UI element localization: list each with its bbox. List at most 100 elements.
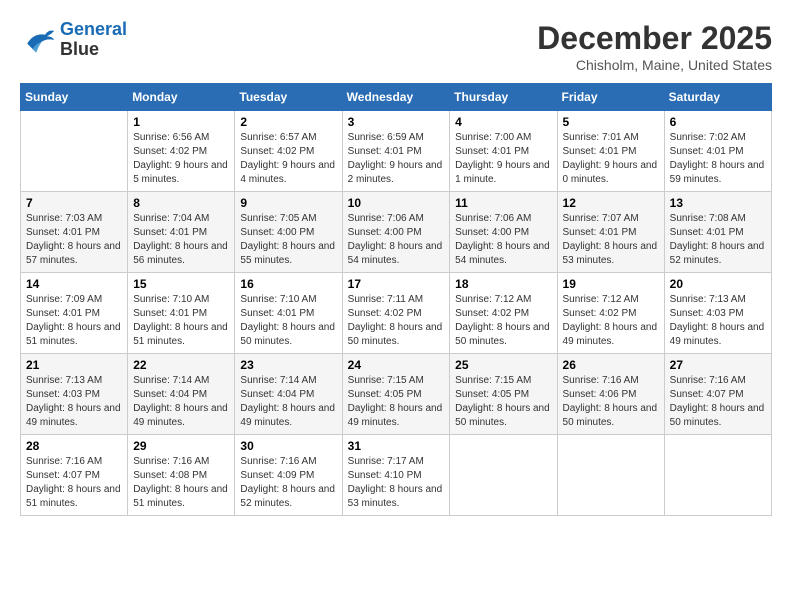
- calendar-cell: 3 Sunrise: 6:59 AMSunset: 4:01 PMDayligh…: [342, 111, 450, 192]
- day-info: Sunrise: 7:16 AMSunset: 4:06 PMDaylight:…: [563, 374, 659, 430]
- day-info: Sunrise: 7:14 AMSunset: 4:04 PMDaylight:…: [133, 374, 229, 430]
- day-info: Sunrise: 7:02 AMSunset: 4:01 PMDaylight:…: [670, 131, 766, 187]
- calendar-cell: 26 Sunrise: 7:16 AMSunset: 4:06 PMDaylig…: [557, 354, 664, 435]
- calendar-cell: 9 Sunrise: 7:05 AMSunset: 4:00 PMDayligh…: [235, 192, 342, 273]
- day-number: 15: [133, 277, 229, 291]
- day-number: 17: [348, 277, 445, 291]
- calendar-cell: [557, 435, 664, 516]
- day-number: 3: [348, 115, 445, 129]
- calendar-table: SundayMondayTuesdayWednesdayThursdayFrid…: [20, 83, 772, 516]
- calendar-cell: 20 Sunrise: 7:13 AMSunset: 4:03 PMDaylig…: [664, 273, 771, 354]
- day-info: Sunrise: 7:01 AMSunset: 4:01 PMDaylight:…: [563, 131, 659, 187]
- day-number: 9: [240, 196, 336, 210]
- calendar-cell: 14 Sunrise: 7:09 AMSunset: 4:01 PMDaylig…: [21, 273, 128, 354]
- day-info: Sunrise: 6:59 AMSunset: 4:01 PMDaylight:…: [348, 131, 445, 187]
- day-info: Sunrise: 7:16 AMSunset: 4:07 PMDaylight:…: [26, 455, 122, 511]
- day-number: 22: [133, 358, 229, 372]
- day-number: 23: [240, 358, 336, 372]
- day-info: Sunrise: 7:15 AMSunset: 4:05 PMDaylight:…: [348, 374, 445, 430]
- day-info: Sunrise: 7:17 AMSunset: 4:10 PMDaylight:…: [348, 455, 445, 511]
- calendar-header-row: SundayMondayTuesdayWednesdayThursdayFrid…: [21, 84, 772, 111]
- day-number: 25: [455, 358, 551, 372]
- day-info: Sunrise: 7:10 AMSunset: 4:01 PMDaylight:…: [133, 293, 229, 349]
- day-info: Sunrise: 7:16 AMSunset: 4:09 PMDaylight:…: [240, 455, 336, 511]
- calendar-cell: 25 Sunrise: 7:15 AMSunset: 4:05 PMDaylig…: [450, 354, 557, 435]
- calendar-cell: 22 Sunrise: 7:14 AMSunset: 4:04 PMDaylig…: [128, 354, 235, 435]
- day-info: Sunrise: 7:06 AMSunset: 4:00 PMDaylight:…: [455, 212, 551, 268]
- day-number: 7: [26, 196, 122, 210]
- calendar-cell: 18 Sunrise: 7:12 AMSunset: 4:02 PMDaylig…: [450, 273, 557, 354]
- logo: General Blue: [20, 20, 127, 60]
- day-info: Sunrise: 7:16 AMSunset: 4:07 PMDaylight:…: [670, 374, 766, 430]
- week-row-3: 21 Sunrise: 7:13 AMSunset: 4:03 PMDaylig…: [21, 354, 772, 435]
- calendar-cell: 1 Sunrise: 6:56 AMSunset: 4:02 PMDayligh…: [128, 111, 235, 192]
- day-number: 14: [26, 277, 122, 291]
- calendar-cell: 17 Sunrise: 7:11 AMSunset: 4:02 PMDaylig…: [342, 273, 450, 354]
- day-info: Sunrise: 7:14 AMSunset: 4:04 PMDaylight:…: [240, 374, 336, 430]
- calendar-cell: 27 Sunrise: 7:16 AMSunset: 4:07 PMDaylig…: [664, 354, 771, 435]
- calendar-cell: 12 Sunrise: 7:07 AMSunset: 4:01 PMDaylig…: [557, 192, 664, 273]
- calendar-cell: 5 Sunrise: 7:01 AMSunset: 4:01 PMDayligh…: [557, 111, 664, 192]
- day-info: Sunrise: 7:04 AMSunset: 4:01 PMDaylight:…: [133, 212, 229, 268]
- week-row-1: 7 Sunrise: 7:03 AMSunset: 4:01 PMDayligh…: [21, 192, 772, 273]
- title-block: December 2025 Chisholm, Maine, United St…: [537, 20, 772, 73]
- calendar-cell: 11 Sunrise: 7:06 AMSunset: 4:00 PMDaylig…: [450, 192, 557, 273]
- header-tuesday: Tuesday: [235, 84, 342, 111]
- day-info: Sunrise: 7:11 AMSunset: 4:02 PMDaylight:…: [348, 293, 445, 349]
- page-header: General Blue December 2025 Chisholm, Mai…: [20, 20, 772, 73]
- day-info: Sunrise: 7:03 AMSunset: 4:01 PMDaylight:…: [26, 212, 122, 268]
- calendar-cell: 24 Sunrise: 7:15 AMSunset: 4:05 PMDaylig…: [342, 354, 450, 435]
- calendar-cell: 19 Sunrise: 7:12 AMSunset: 4:02 PMDaylig…: [557, 273, 664, 354]
- calendar-cell: 30 Sunrise: 7:16 AMSunset: 4:09 PMDaylig…: [235, 435, 342, 516]
- day-info: Sunrise: 7:08 AMSunset: 4:01 PMDaylight:…: [670, 212, 766, 268]
- calendar-cell: 15 Sunrise: 7:10 AMSunset: 4:01 PMDaylig…: [128, 273, 235, 354]
- calendar-cell: 8 Sunrise: 7:04 AMSunset: 4:01 PMDayligh…: [128, 192, 235, 273]
- day-number: 11: [455, 196, 551, 210]
- day-number: 19: [563, 277, 659, 291]
- day-info: Sunrise: 6:56 AMSunset: 4:02 PMDaylight:…: [133, 131, 229, 187]
- day-number: 4: [455, 115, 551, 129]
- calendar-cell: 6 Sunrise: 7:02 AMSunset: 4:01 PMDayligh…: [664, 111, 771, 192]
- day-info: Sunrise: 7:12 AMSunset: 4:02 PMDaylight:…: [563, 293, 659, 349]
- day-info: Sunrise: 7:12 AMSunset: 4:02 PMDaylight:…: [455, 293, 551, 349]
- day-number: 31: [348, 439, 445, 453]
- calendar-cell: 31 Sunrise: 7:17 AMSunset: 4:10 PMDaylig…: [342, 435, 450, 516]
- header-sunday: Sunday: [21, 84, 128, 111]
- location: Chisholm, Maine, United States: [537, 57, 772, 73]
- header-thursday: Thursday: [450, 84, 557, 111]
- calendar-cell: 16 Sunrise: 7:10 AMSunset: 4:01 PMDaylig…: [235, 273, 342, 354]
- day-number: 27: [670, 358, 766, 372]
- logo-line1: General: [60, 19, 127, 39]
- week-row-4: 28 Sunrise: 7:16 AMSunset: 4:07 PMDaylig…: [21, 435, 772, 516]
- day-number: 1: [133, 115, 229, 129]
- day-number: 10: [348, 196, 445, 210]
- day-number: 8: [133, 196, 229, 210]
- day-number: 29: [133, 439, 229, 453]
- calendar-cell: 2 Sunrise: 6:57 AMSunset: 4:02 PMDayligh…: [235, 111, 342, 192]
- day-info: Sunrise: 7:13 AMSunset: 4:03 PMDaylight:…: [670, 293, 766, 349]
- day-info: Sunrise: 7:00 AMSunset: 4:01 PMDaylight:…: [455, 131, 551, 187]
- day-info: Sunrise: 7:05 AMSunset: 4:00 PMDaylight:…: [240, 212, 336, 268]
- calendar-cell: [450, 435, 557, 516]
- day-number: 5: [563, 115, 659, 129]
- header-monday: Monday: [128, 84, 235, 111]
- header-saturday: Saturday: [664, 84, 771, 111]
- header-friday: Friday: [557, 84, 664, 111]
- calendar-cell: 4 Sunrise: 7:00 AMSunset: 4:01 PMDayligh…: [450, 111, 557, 192]
- week-row-0: 1 Sunrise: 6:56 AMSunset: 4:02 PMDayligh…: [21, 111, 772, 192]
- day-number: 20: [670, 277, 766, 291]
- week-row-2: 14 Sunrise: 7:09 AMSunset: 4:01 PMDaylig…: [21, 273, 772, 354]
- day-number: 21: [26, 358, 122, 372]
- day-info: Sunrise: 7:06 AMSunset: 4:00 PMDaylight:…: [348, 212, 445, 268]
- calendar-cell: 23 Sunrise: 7:14 AMSunset: 4:04 PMDaylig…: [235, 354, 342, 435]
- day-number: 13: [670, 196, 766, 210]
- logo-icon: [20, 25, 56, 55]
- logo-text: General Blue: [60, 20, 127, 60]
- day-info: Sunrise: 7:16 AMSunset: 4:08 PMDaylight:…: [133, 455, 229, 511]
- day-number: 26: [563, 358, 659, 372]
- day-number: 24: [348, 358, 445, 372]
- calendar-cell: 10 Sunrise: 7:06 AMSunset: 4:00 PMDaylig…: [342, 192, 450, 273]
- calendar-cell: 7 Sunrise: 7:03 AMSunset: 4:01 PMDayligh…: [21, 192, 128, 273]
- day-number: 12: [563, 196, 659, 210]
- calendar-cell: 28 Sunrise: 7:16 AMSunset: 4:07 PMDaylig…: [21, 435, 128, 516]
